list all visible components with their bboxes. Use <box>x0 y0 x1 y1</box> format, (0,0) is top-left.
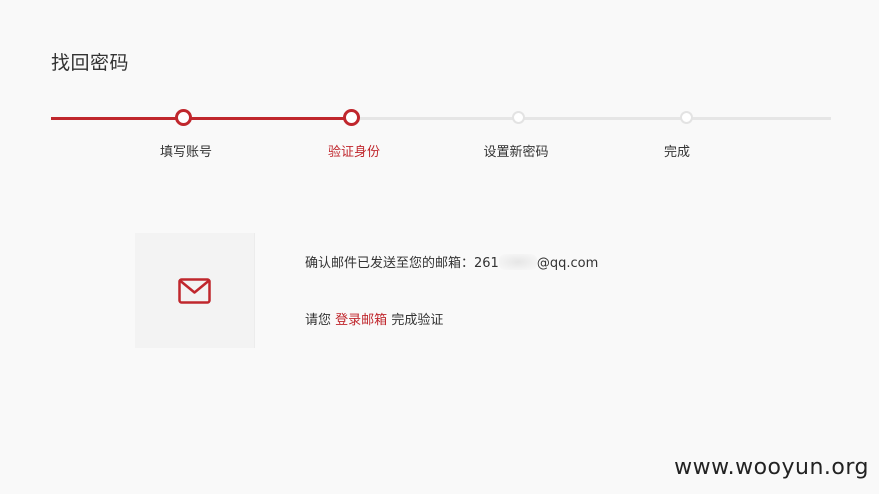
mail-icon-panel <box>135 233 255 348</box>
email-start: 261 <box>474 256 499 271</box>
step-4-dot <box>680 111 693 124</box>
email-sent-line: 确认邮件已发送至您的邮箱：261 @qq.com <box>305 252 598 271</box>
page-title: 找回密码 <box>51 52 130 74</box>
redacted-email-part <box>498 254 537 270</box>
step-progress: 填写账号 验证身份 设置新密码 完成 <box>51 109 831 169</box>
verify-prefix: 请您 <box>305 313 332 328</box>
verification-info: 确认邮件已发送至您的邮箱：261 @qq.com 请您 登录邮箱 完成验证 <box>305 252 598 328</box>
step-4-label: 完成 <box>663 145 691 160</box>
watermark: www.wooyun.org <box>674 455 869 480</box>
step-3-label: 设置新密码 <box>483 145 549 160</box>
verify-line: 请您 登录邮箱 完成验证 <box>305 309 598 328</box>
step-2-label: 验证身份 <box>327 145 381 160</box>
step-3-dot <box>512 111 525 124</box>
envelope-icon <box>178 278 211 304</box>
confirm-text: 确认邮件已发送至您的邮箱： <box>305 256 475 271</box>
email-end: @qq.com <box>536 256 599 271</box>
step-1-dot <box>175 109 192 126</box>
step-2-dot <box>343 109 360 126</box>
progress-track-fill <box>51 117 352 120</box>
step-1-label: 填写账号 <box>159 145 213 160</box>
login-mailbox-link[interactable]: 登录邮箱 <box>335 313 387 328</box>
verify-suffix: 完成验证 <box>391 313 444 328</box>
